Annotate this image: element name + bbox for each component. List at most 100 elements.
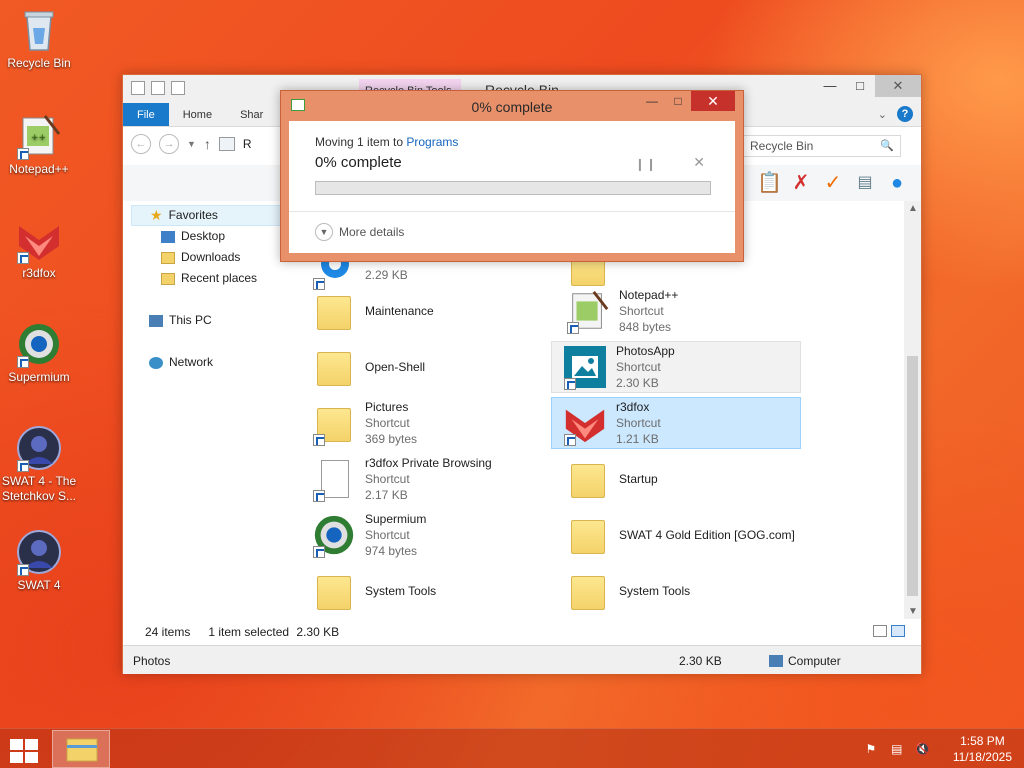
help-icon[interactable]: ? bbox=[897, 106, 913, 122]
start-button[interactable] bbox=[8, 737, 40, 763]
up-button[interactable]: ↑ bbox=[204, 136, 211, 152]
delete-x-icon[interactable]: ✗ bbox=[789, 171, 813, 195]
file-type: Shortcut bbox=[365, 416, 410, 430]
clock-date: 11/18/2025 bbox=[952, 750, 1012, 764]
cancel-button[interactable]: ✕ bbox=[693, 154, 705, 171]
forward-button[interactable]: → bbox=[159, 134, 179, 154]
list-item[interactable]: PhotosApp Shortcut 2.30 KB bbox=[551, 341, 801, 393]
view-toggle-details-icon[interactable] bbox=[873, 625, 887, 637]
details-size: 2.30 KB bbox=[679, 654, 722, 668]
file-name: Supermium bbox=[365, 512, 427, 526]
close-button[interactable]: ✕ bbox=[875, 75, 921, 97]
clipboard-icon[interactable]: 📋 bbox=[757, 171, 782, 195]
nav-network[interactable]: Network bbox=[131, 352, 291, 373]
nav-favorites[interactable]: ★ Favorites bbox=[131, 205, 291, 226]
chevron-down-icon: ▼ bbox=[315, 223, 333, 241]
window-controls: — □ ✕ bbox=[815, 75, 921, 97]
folder-icon bbox=[311, 288, 357, 334]
dialog-maximize-button[interactable]: □ bbox=[665, 91, 691, 111]
taskbar-file-explorer[interactable] bbox=[52, 730, 110, 768]
file-name: r3dfox bbox=[616, 400, 650, 414]
file-size: 2.29 KB bbox=[365, 268, 408, 282]
items-count: 24 items bbox=[145, 625, 191, 639]
list-item[interactable]: Pictures Shortcut 369 bytes bbox=[301, 397, 551, 449]
taskbar: ⚑ ▤ 🔇 1:58 PM 11/18/2025 bbox=[0, 728, 1024, 768]
pause-button[interactable]: ❙❙ bbox=[635, 157, 657, 171]
dialog-body: Moving 1 item to Programs 0% complete ❙❙… bbox=[289, 121, 735, 253]
shortcut-arrow-icon bbox=[564, 434, 576, 446]
file-type: Shortcut bbox=[616, 416, 661, 430]
list-item[interactable]: Startup bbox=[555, 453, 805, 505]
maximize-button[interactable]: □ bbox=[845, 75, 875, 97]
details-name: Photos bbox=[133, 654, 171, 668]
recent-locations-chevron-icon[interactable]: ▼ bbox=[187, 139, 196, 149]
clock[interactable]: 1:58 PM 11/18/2025 bbox=[953, 733, 1012, 765]
file-explorer-icon bbox=[66, 738, 98, 762]
desktop-icon-r3dfox[interactable]: r3dfox bbox=[0, 216, 78, 281]
globe-icon[interactable]: ● bbox=[885, 171, 909, 195]
view-toggle-tiles-icon[interactable] bbox=[891, 625, 905, 637]
recycle-bin-icon bbox=[15, 6, 63, 54]
dialog-minimize-button[interactable]: — bbox=[639, 91, 665, 111]
list-item[interactable]: System Tools bbox=[301, 565, 551, 617]
desktop-icon-notepad-plus-plus[interactable]: ++ Notepad++ bbox=[0, 112, 78, 177]
nav-recent-places-label: Recent places bbox=[181, 271, 258, 285]
dialog-titlebar[interactable]: 0% complete — □ ✕ bbox=[281, 91, 743, 121]
minimize-button[interactable]: — bbox=[815, 75, 845, 97]
scrollbar-thumb[interactable] bbox=[907, 356, 918, 596]
checkmark-icon[interactable]: ✓ bbox=[821, 171, 845, 195]
list-item[interactable]: Notepad++ Shortcut 848 bytes bbox=[555, 285, 805, 337]
nav-desktop[interactable]: Desktop bbox=[131, 226, 291, 247]
desktop-icon-recycle-bin[interactable]: Recycle Bin bbox=[0, 6, 78, 71]
list-item[interactable]: r3dfox Private Browsing Shortcut 2.17 KB bbox=[301, 453, 551, 505]
notepad-plus-plus-icon: ++ bbox=[15, 112, 63, 160]
nav-this-pc[interactable]: This PC bbox=[131, 310, 291, 331]
destination-link[interactable]: Programs bbox=[406, 135, 458, 149]
list-item[interactable]: System Tools bbox=[555, 565, 805, 617]
scroll-down-icon[interactable]: ▼ bbox=[908, 606, 918, 617]
search-input[interactable]: Recycle Bin 🔍 bbox=[743, 135, 901, 157]
network-tray-icon[interactable]: ▤ bbox=[889, 742, 905, 756]
back-button[interactable]: ← bbox=[131, 134, 151, 154]
more-details-button[interactable]: ▼ More details bbox=[315, 223, 404, 241]
desktop-folder-icon bbox=[161, 230, 175, 243]
dialog-close-button[interactable]: ✕ bbox=[691, 91, 735, 111]
volume-muted-icon[interactable]: 🔇 bbox=[915, 742, 931, 756]
notepad-plus-plus-icon bbox=[565, 288, 611, 334]
nav-downloads[interactable]: Downloads bbox=[131, 247, 291, 268]
folder-icon bbox=[311, 568, 357, 614]
shortcut-arrow-icon bbox=[17, 356, 29, 368]
file-name: Maintenance bbox=[365, 304, 434, 318]
tab-home[interactable]: Home bbox=[169, 103, 226, 126]
vertical-scrollbar[interactable]: ▲ ▼ bbox=[904, 201, 921, 619]
nav-recent-places[interactable]: Recent places bbox=[131, 268, 291, 289]
tab-file[interactable]: File bbox=[123, 103, 169, 126]
list-item[interactable]: r3dfox Shortcut 1.21 KB bbox=[551, 397, 801, 449]
list-item[interactable]: SWAT 4 Gold Edition [GOG.com] bbox=[555, 509, 805, 561]
computer-icon bbox=[769, 655, 783, 667]
details-location: Computer bbox=[788, 654, 841, 668]
desktop-icon-supermium[interactable]: Supermium bbox=[0, 320, 78, 385]
folder-icon bbox=[565, 568, 611, 614]
file-name: Startup bbox=[619, 472, 658, 486]
svg-text:++: ++ bbox=[31, 133, 46, 143]
address-path[interactable]: R bbox=[243, 137, 252, 151]
more-details-label: More details bbox=[339, 225, 405, 239]
r3dfox-icon bbox=[562, 400, 608, 446]
list-item[interactable]: Maintenance bbox=[301, 285, 551, 337]
file-type: Shortcut bbox=[619, 304, 664, 318]
desktop-icon-label: r3dfox bbox=[22, 266, 56, 280]
nav-downloads-label: Downloads bbox=[181, 250, 241, 264]
expand-ribbon-chevron-icon[interactable]: ⌄ bbox=[878, 108, 887, 121]
file-size: 848 bytes bbox=[619, 320, 672, 334]
moving-text: Moving 1 item to bbox=[315, 135, 407, 149]
scroll-up-icon[interactable]: ▲ bbox=[908, 203, 918, 214]
shortcut-arrow-icon bbox=[17, 460, 29, 472]
rename-icon[interactable]: ▤ bbox=[853, 171, 877, 195]
list-item[interactable]: Open-Shell bbox=[301, 341, 551, 393]
desktop-icon-swat4-stetchkov[interactable]: SWAT 4 - The Stetchkov S... bbox=[0, 424, 78, 504]
list-item[interactable]: Supermium Shortcut 974 bytes bbox=[301, 509, 551, 561]
action-center-flag-icon[interactable]: ⚑ bbox=[863, 742, 879, 756]
desktop-icon-swat4[interactable]: SWAT 4 bbox=[0, 528, 78, 593]
tab-share[interactable]: Shar bbox=[226, 103, 277, 126]
